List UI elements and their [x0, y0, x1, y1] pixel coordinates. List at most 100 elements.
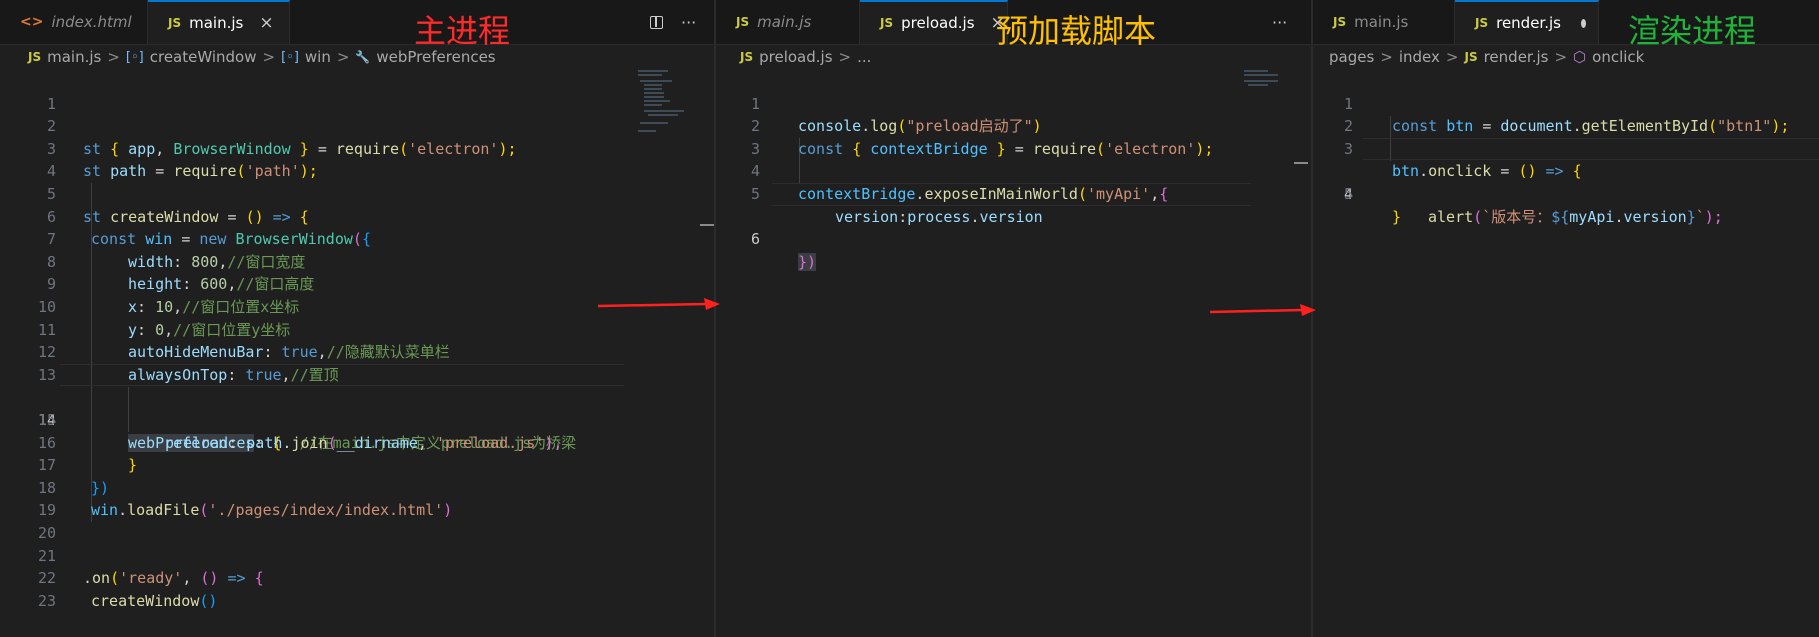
label-main-process: 主进程	[414, 12, 511, 50]
js-icon: JS	[1464, 50, 1478, 64]
minimap-line	[638, 130, 656, 132]
tab-bar: <> index.html JS main.js × ···	[0, 0, 714, 45]
code-editor[interactable]: 1 console.log("preload启动了") 2 const { co…	[716, 70, 1311, 637]
current-line-highlight	[772, 183, 1251, 206]
arrow-main-to-preload	[597, 298, 720, 310]
breadcrumb-separator: >	[1380, 48, 1393, 66]
breadcrumb-separator: >	[107, 48, 120, 66]
code-line-6: 6 })	[716, 183, 1311, 271]
minimap-line	[644, 104, 662, 106]
code-line-4: 4	[0, 138, 714, 180]
js-icon: JS	[740, 50, 754, 64]
js-icon: JS	[28, 50, 42, 64]
tab-preload-js[interactable]: JS preload.js ×	[860, 0, 1008, 44]
minimap-line	[640, 80, 672, 82]
minimap-line	[648, 114, 678, 116]
code-text: version:process.version	[835, 207, 1043, 226]
arrow-preload-to-render	[1209, 304, 1316, 316]
code-line-7: 7 width: 800,//窗口宽度	[0, 206, 714, 271]
line-number: 23	[37, 591, 56, 610]
breadcrumb-separator: >	[1445, 48, 1459, 66]
current-line-highlight	[1363, 137, 1819, 161]
wrench-icon: 🔧	[355, 50, 371, 64]
minimap-line	[638, 70, 668, 72]
arrow-shaft	[1209, 308, 1303, 314]
tab-label: render.js	[1496, 14, 1561, 32]
minimap-line	[1244, 74, 1278, 76]
js-icon: JS	[1333, 15, 1347, 29]
code-line-21: 21 .on('ready', () => {	[0, 522, 714, 588]
label-render-process: 渲染进程	[1628, 12, 1757, 50]
line-number: 5	[1343, 184, 1353, 203]
scrollbar-marker[interactable]	[700, 224, 714, 226]
code-line-16: 16 }	[0, 409, 714, 475]
code-line-17: 17 })	[0, 432, 714, 497]
tab-main-js[interactable]: JS main.js ×	[148, 0, 290, 44]
line-number: 6	[750, 230, 760, 249]
breadcrumb-separator: >	[838, 48, 852, 66]
code-line-1: 1	[0, 70, 714, 113]
breadcrumb-item-createwindow[interactable]: createWindow	[150, 48, 257, 66]
variable-icon: [◦]	[125, 49, 144, 65]
js-icon: JS	[1475, 16, 1489, 30]
code-line-9: 9 x: 10,//窗口位置x坐标	[0, 251, 714, 316]
minimap-line	[644, 92, 664, 94]
close-icon[interactable]: ×	[259, 13, 273, 33]
code-line-5: 5 st createWindow = () => {	[0, 160, 714, 226]
code-line-14: 14 webPreferences: { //在main.js中定义preloa…	[0, 363, 714, 452]
code-line-5: 5 version:process.version	[716, 160, 1311, 226]
breadcrumb-item-index[interactable]: index	[1399, 48, 1440, 66]
breadcrumb-ellipsis[interactable]: ...	[857, 48, 871, 66]
code-line-2: 2 st { app, BrowserWindow } = require('e…	[0, 93, 714, 158]
split-editor-icon[interactable]	[650, 15, 663, 29]
html-icon: <>	[20, 14, 44, 30]
minimap[interactable]	[1240, 70, 1298, 637]
code-line-3: 3 btn.onclick = () => {	[1313, 115, 1819, 181]
code-line-23: 23	[0, 567, 714, 610]
tab-label: preload.js	[901, 14, 975, 32]
minimap-line	[644, 96, 664, 98]
more-actions-icon[interactable]: ···	[1272, 13, 1287, 32]
code-editor[interactable]: 1 const btn = document.getElementById("b…	[1313, 70, 1819, 637]
minimap[interactable]	[632, 70, 690, 637]
tab-index-html[interactable]: <> index.html	[0, 0, 148, 44]
breadcrumb-file[interactable]: preload.js	[759, 48, 832, 66]
code-editor[interactable]: 1 2 st { app, BrowserWindow } = require(…	[0, 70, 714, 637]
breadcrumb-item-pages[interactable]: pages	[1329, 48, 1374, 66]
unsaved-dot-icon[interactable]	[1580, 18, 1586, 28]
code-text: })	[798, 252, 817, 271]
minimap-line	[1244, 80, 1278, 82]
code-line-22: 22 createWindow()	[0, 545, 714, 610]
minimap-line	[644, 84, 662, 86]
js-icon: JS	[736, 15, 750, 29]
tab-label: main.js	[1354, 13, 1409, 31]
code-line-2: 2	[1313, 93, 1819, 135]
scrollbar-marker[interactable]	[1294, 162, 1308, 164]
code-line-1: 1 const btn = document.getElementById("b…	[1313, 70, 1819, 136]
breadcrumb-file[interactable]: render.js	[1484, 48, 1549, 66]
minimap-line	[644, 88, 662, 90]
breadcrumb-separator: >	[262, 48, 276, 66]
code-line-4: 4 alert(`版本号：${myApi.version}`);	[1313, 137, 1819, 226]
code-line-8: 8 height: 600,//窗口高度	[0, 228, 714, 294]
breadcrumb-item-win[interactable]: win	[305, 48, 331, 66]
tab-main-js[interactable]: JS main.js	[716, 0, 860, 44]
breadcrumb: JS main.js > [◦] createWindow > [◦] win …	[0, 44, 714, 70]
more-actions-icon[interactable]: ···	[681, 13, 696, 32]
breadcrumb-file[interactable]: main.js	[47, 48, 101, 66]
method-symbol-icon: ⬡	[1573, 48, 1587, 66]
arrow-shaft	[597, 302, 707, 308]
tab-label: main.js	[757, 13, 812, 31]
tab-main-js[interactable]: JS main.js	[1313, 0, 1455, 44]
tab-render-js[interactable]: JS render.js	[1455, 0, 1599, 44]
code-line-3: 3 st path = require('path');	[0, 115, 714, 181]
js-icon: JS	[880, 16, 894, 30]
code-text: createWindow()	[91, 591, 218, 610]
code-line-6: 6 const win = new BrowserWindow({	[0, 183, 714, 249]
arrow-head	[1300, 304, 1316, 316]
code-line-18: 18 win.loadFile('./pages/index/index.htm…	[0, 454, 714, 520]
code-line-4: 4 contextBridge.exposeInMainWorld('myApi…	[716, 138, 1311, 203]
code-line-13: 13	[0, 341, 714, 384]
code-line-5: 5 }	[1313, 160, 1819, 226]
preload-script-editor: JS main.js JS preload.js × ··· JS preloa…	[716, 0, 1311, 637]
